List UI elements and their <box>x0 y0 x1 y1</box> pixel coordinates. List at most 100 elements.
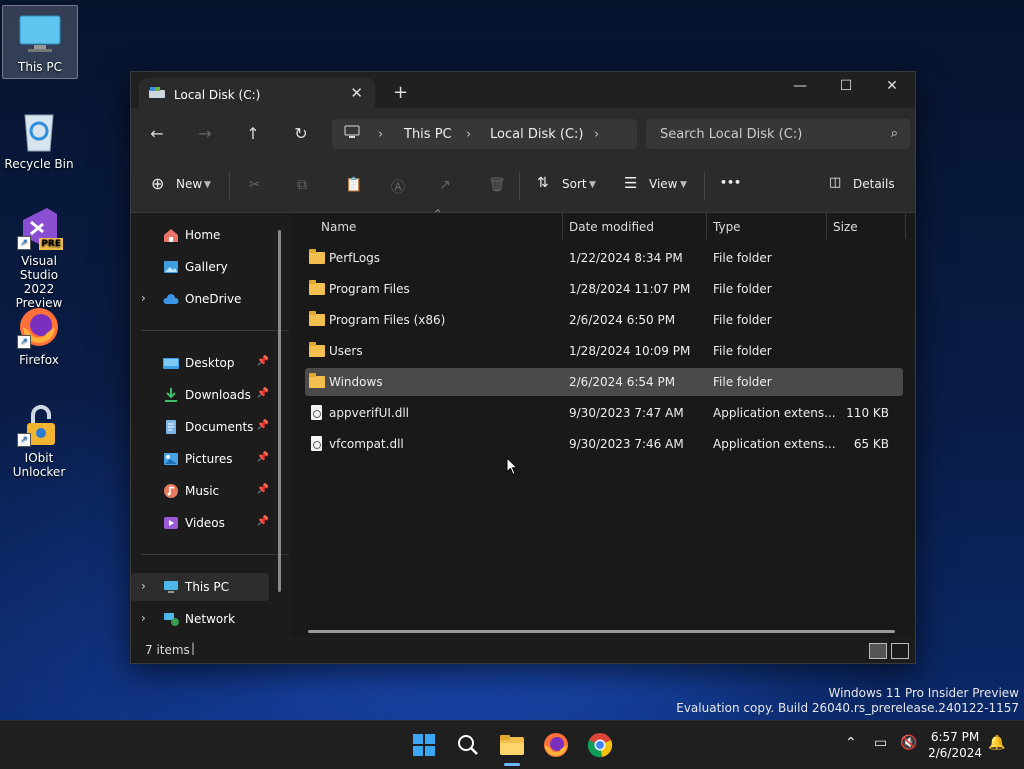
desktop-icon-this-pc[interactable]: This PC <box>2 5 78 79</box>
horizontal-scrollbar[interactable] <box>308 630 895 633</box>
pin-icon[interactable]: 📌 <box>257 516 269 527</box>
more-options-button[interactable]: ••• <box>720 176 741 189</box>
start-windows-icon[interactable] <box>410 731 438 759</box>
nav-item-this-pc[interactable]: › This PC <box>131 573 269 601</box>
plus-circle-icon: ⊕ <box>151 174 165 193</box>
breadcrumb-local-disk[interactable]: Local Disk (C:) <box>490 127 583 142</box>
taskbar: ⌃ ▭ 🔇 6:57 PM 2/6/2024 🔔 <box>0 720 1024 769</box>
search-box[interactable]: Search Local Disk (C:) ⌕ <box>646 119 910 149</box>
close-window-button[interactable]: ✕ <box>869 72 915 102</box>
chevron-right-icon[interactable]: › <box>141 579 146 593</box>
column-header-date[interactable]: Date modified <box>569 220 654 234</box>
breadcrumb-chevron-icon: › <box>466 127 472 142</box>
pin-icon[interactable]: 📌 <box>257 452 269 463</box>
nav-item-music[interactable]: Music 📌 <box>131 477 269 505</box>
paste-icon[interactable]: 📋 <box>345 177 362 193</box>
close-tab-icon[interactable]: ✕ <box>350 84 363 102</box>
column-divider[interactable] <box>905 213 906 239</box>
desktop-icon-iobit-unlocker[interactable]: ↗ IObit Unlocker <box>2 397 76 483</box>
tab-local-disk[interactable]: Local Disk (C:) ✕ <box>139 78 375 112</box>
nav-item-onedrive[interactable]: › OneDrive <box>131 285 269 313</box>
delete-icon[interactable]: 🗑 <box>488 177 506 193</box>
desktop-icon-recycle-bin[interactable]: Recycle Bin <box>2 103 76 175</box>
forward-arrow-icon[interactable]: → <box>193 124 217 143</box>
command-bar: ⊕ New ▼ ✂ ⧉ 📋 Ⓐ ↗ 🗑 ⇅ Sort ▼ ☰ View ▼ ••… <box>131 160 915 213</box>
nav-item-gallery[interactable]: Gallery <box>131 253 269 281</box>
column-header-name[interactable]: Name <box>321 220 356 234</box>
drive-icon <box>149 87 165 99</box>
network-status-icon[interactable]: ▭ <box>874 735 887 751</box>
column-divider[interactable] <box>826 213 827 239</box>
nav-pane-scrollbar[interactable] <box>278 230 281 592</box>
nav-item-network[interactable]: › Network <box>131 605 269 633</box>
view-button[interactable]: View <box>649 177 677 191</box>
desktop-folder-icon <box>163 355 179 371</box>
copy-icon[interactable]: ⧉ <box>297 177 307 193</box>
nav-item-downloads[interactable]: Downloads 📌 <box>131 381 269 409</box>
notification-bell-icon[interactable]: 🔔 <box>988 735 1005 751</box>
desktop-icon-visual-studio[interactable]: PRE ↗ Visual Studio 2022 Preview <box>2 200 76 314</box>
nav-item-videos[interactable]: Videos 📌 <box>131 509 269 537</box>
nav-item-desktop[interactable]: Desktop 📌 <box>131 349 269 377</box>
back-arrow-icon[interactable]: ← <box>145 124 169 143</box>
pin-icon[interactable]: 📌 <box>257 484 269 495</box>
column-header-size[interactable]: Size <box>833 220 858 234</box>
file-row[interactable]: vfcompat.dll 9/30/2023 7:46 AM Applicati… <box>305 430 903 458</box>
music-icon <box>163 483 179 499</box>
pin-icon[interactable]: 📌 <box>257 388 269 399</box>
cut-icon[interactable]: ✂ <box>249 177 261 193</box>
show-hidden-icons-chevron-icon[interactable]: ⌃ <box>845 735 857 751</box>
address-bar[interactable]: › This PC › Local Disk (C:) › <box>332 119 637 149</box>
file-explorer-window: Local Disk (C:) ✕ + — ☐ ✕ ← → ↑ ↻ › This… <box>130 71 916 664</box>
item-count: 7 items <box>145 643 190 657</box>
maximize-button[interactable]: ☐ <box>823 72 869 102</box>
search-icon[interactable] <box>454 731 482 759</box>
sort-button[interactable]: Sort <box>562 177 587 191</box>
nav-item-pictures[interactable]: Pictures 📌 <box>131 445 269 473</box>
file-row-selected[interactable]: Windows 2/6/2024 6:54 PM File folder <box>305 368 903 396</box>
rename-icon[interactable]: Ⓐ <box>391 177 405 197</box>
details-pane-icon: ◫ <box>829 175 842 190</box>
column-divider[interactable] <box>562 213 563 239</box>
breadcrumb-chevron-icon[interactable]: › <box>594 127 599 142</box>
refresh-icon[interactable]: ↻ <box>289 124 313 143</box>
up-arrow-icon[interactable]: ↑ <box>241 124 265 143</box>
computer-icon <box>344 125 360 143</box>
details-view-icon[interactable] <box>869 643 887 659</box>
pin-icon[interactable]: 📌 <box>257 356 269 367</box>
document-icon <box>163 419 179 435</box>
nav-item-home[interactable]: Home <box>131 221 269 249</box>
pin-icon[interactable]: 📌 <box>257 420 269 431</box>
file-row[interactable]: Program Files 1/28/2024 11:07 PM File fo… <box>305 275 903 303</box>
sort-icon: ⇅ <box>537 175 549 191</box>
details-button[interactable]: Details <box>853 177 895 191</box>
firefox-taskbar-icon[interactable] <box>542 731 570 759</box>
column-header-type[interactable]: Type <box>713 220 741 234</box>
active-indicator <box>504 763 520 766</box>
file-row[interactable]: Users 1/28/2024 10:09 PM File folder <box>305 337 903 365</box>
share-icon[interactable]: ↗ <box>439 177 451 193</box>
tab-title: Local Disk (C:) <box>174 88 261 102</box>
new-tab-button[interactable]: + <box>393 84 408 102</box>
search-placeholder: Search Local Disk (C:) <box>660 127 803 142</box>
desktop-icon-firefox[interactable]: ↗ Firefox <box>2 299 76 371</box>
file-explorer-taskbar-icon[interactable] <box>498 731 526 766</box>
column-divider[interactable] <box>706 213 707 239</box>
folder-icon <box>309 280 325 295</box>
nav-item-documents[interactable]: Documents 📌 <box>131 413 269 441</box>
taskbar-clock[interactable]: 6:57 PM 2/6/2024 <box>928 729 982 761</box>
chevron-right-icon[interactable]: › <box>141 291 146 305</box>
file-row[interactable]: appverifUI.dll 9/30/2023 7:47 AM Applica… <box>305 399 903 427</box>
breadcrumb-this-pc[interactable]: This PC <box>404 127 452 142</box>
file-row[interactable]: Program Files (x86) 2/6/2024 6:50 PM Fil… <box>305 306 903 334</box>
volume-muted-icon[interactable]: 🔇 <box>900 735 917 751</box>
chevron-right-icon[interactable]: › <box>141 611 146 625</box>
file-row[interactable]: PerfLogs 1/22/2024 8:34 PM File folder <box>305 244 903 272</box>
chrome-taskbar-icon[interactable] <box>586 731 614 759</box>
monitor-icon <box>18 12 62 56</box>
large-icons-view-icon[interactable] <box>891 643 909 659</box>
divider <box>141 554 289 555</box>
new-button[interactable]: New <box>176 177 202 191</box>
minimize-button[interactable]: — <box>777 72 823 102</box>
title-bar: Local Disk (C:) ✕ + — ☐ ✕ <box>131 72 915 112</box>
